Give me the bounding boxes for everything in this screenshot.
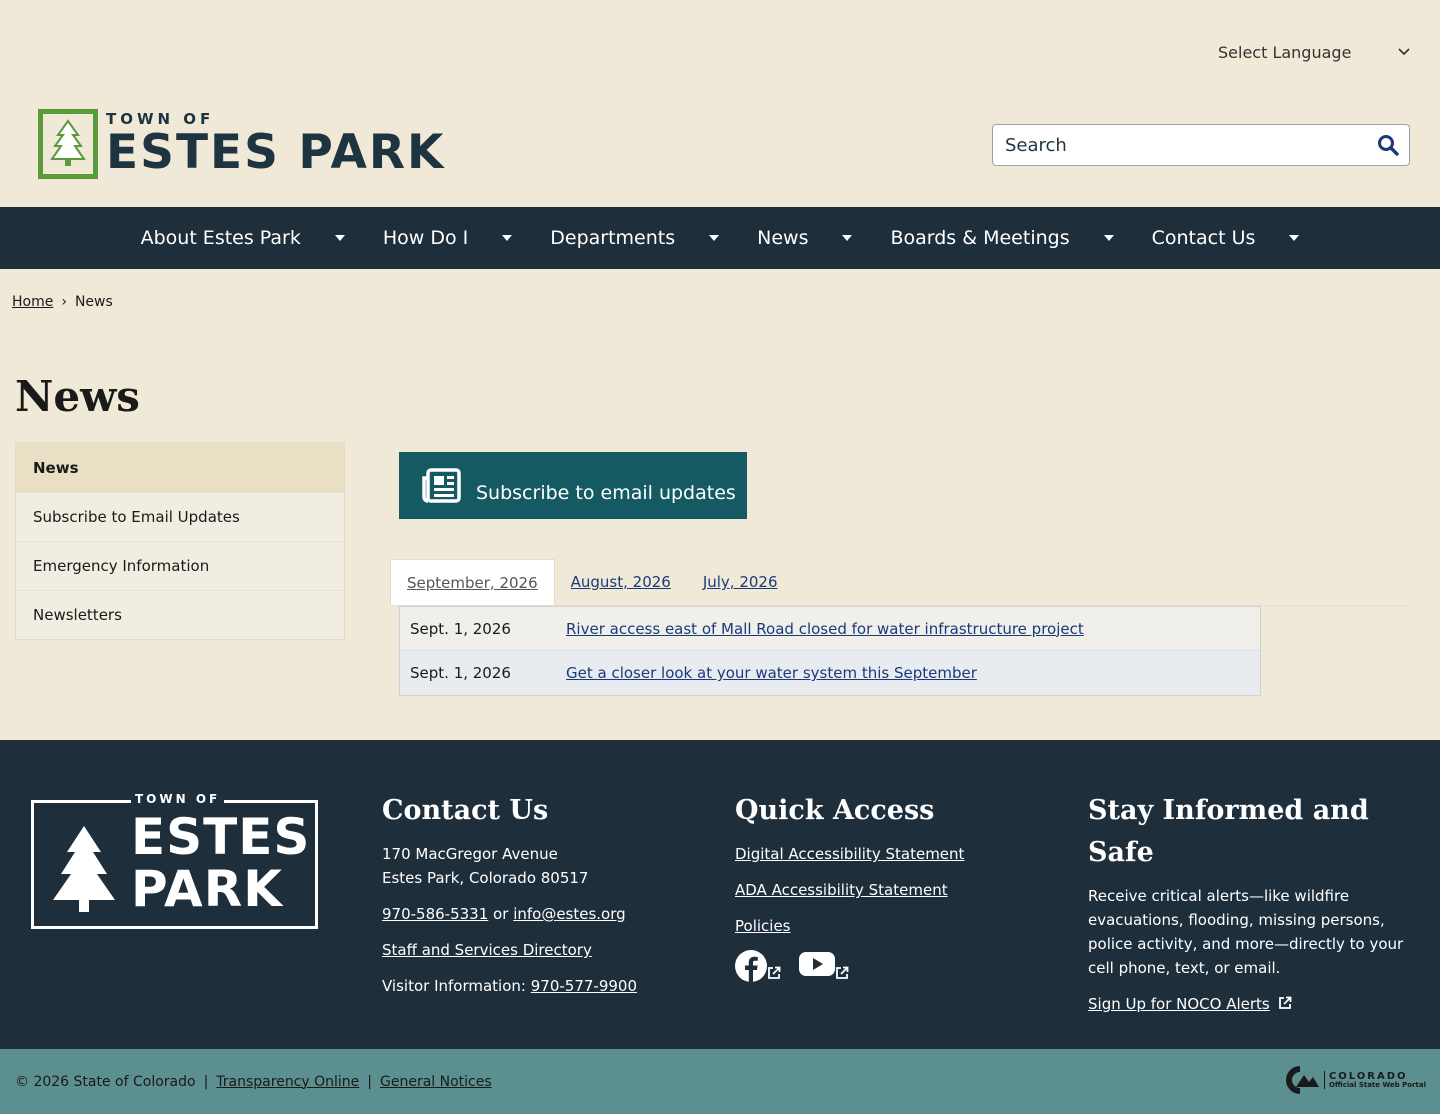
footer-stay-informed: Stay Informed and Safe Receive critical … — [1088, 790, 1408, 1028]
footer-logo-small-text: TOWN OF — [131, 792, 225, 806]
separator: | — [367, 1073, 373, 1090]
transparency-online-link[interactable]: Transparency Online — [216, 1074, 359, 1090]
external-link-icon — [768, 966, 781, 979]
tab-september-2026[interactable]: September, 2026 — [390, 559, 555, 605]
nav-item-contact[interactable]: Contact Us — [1152, 207, 1300, 269]
youtube-icon — [799, 952, 835, 976]
nav-item-label: Boards & Meetings — [890, 227, 1070, 249]
social-links — [735, 950, 1055, 982]
copyright-text: © 2026 State of Colorado — [15, 1073, 196, 1090]
footer-email-link[interactable]: info@estes.org — [513, 905, 625, 923]
side-nav-item-news[interactable]: News — [16, 443, 344, 492]
external-link-icon — [1278, 996, 1291, 1009]
breadcrumb-home-link[interactable]: Home — [12, 294, 53, 310]
nav-item-departments[interactable]: Departments — [550, 207, 757, 269]
youtube-link[interactable] — [799, 950, 849, 982]
search-box — [992, 124, 1410, 166]
footer-digital-accessibility-link[interactable]: Digital Accessibility Statement — [735, 845, 964, 863]
main-nav: About Estes Park How Do I Departments Ne… — [0, 207, 1440, 269]
footer-contact-heading: Contact Us — [382, 795, 549, 826]
nav-item-label: News — [757, 227, 809, 249]
footer-contact: Contact Us 170 MacGregor Avenue Estes Pa… — [382, 790, 702, 1010]
caret-down-icon[interactable] — [1103, 235, 1114, 241]
newspaper-icon — [422, 467, 461, 503]
side-nav-item-emergency[interactable]: Emergency Information — [16, 541, 344, 590]
footer-or-text: or — [493, 905, 509, 923]
footer-stay-text: Receive critical alerts—like wildfire ev… — [1088, 887, 1404, 977]
page-title: News — [15, 372, 140, 421]
news-date: Sept. 1, 2026 — [410, 619, 511, 638]
caret-down-icon[interactable] — [842, 235, 853, 241]
facebook-link[interactable] — [735, 950, 781, 982]
search-icon — [1378, 135, 1399, 156]
footer-stay-heading: Stay Informed and Safe — [1088, 795, 1369, 868]
nav-item-boards-meetings[interactable]: Boards & Meetings — [890, 207, 1151, 269]
footer-visitor-phone-link[interactable]: 970-577-9900 — [531, 977, 637, 995]
site-footer: TOWN OF ESTES PARK Contact Us 170 MacGre… — [0, 740, 1440, 1049]
footer-phone-link[interactable]: 970-586-5331 — [382, 905, 488, 923]
facebook-icon — [735, 950, 767, 982]
tab-august-2026[interactable]: August, 2026 — [555, 559, 687, 605]
footer-directory-link[interactable]: Staff and Services Directory — [382, 941, 592, 959]
footer-policies-link[interactable]: Policies — [735, 917, 790, 935]
footer-address-line2: Estes Park, Colorado 80517 — [382, 869, 589, 887]
general-notices-link[interactable]: General Notices — [380, 1074, 492, 1090]
colorado-title: COLORADO — [1328, 1070, 1408, 1082]
language-select-label: Select Language — [1218, 42, 1352, 62]
colorado-portal-logo[interactable]: COLORADO Official State Web Portal — [1282, 1065, 1426, 1095]
noco-alerts-label: Sign Up for NOCO Alerts — [1088, 995, 1270, 1013]
bottom-bar: © 2026 State of Colorado | Transparency … — [0, 1049, 1440, 1114]
search-button[interactable] — [1367, 125, 1409, 165]
news-row: Sept. 1, 2026 River access east of Mall … — [400, 607, 1260, 651]
language-select[interactable]: Select Language — [1208, 36, 1420, 68]
nav-item-how-do-i[interactable]: How Do I — [383, 207, 550, 269]
colorado-c-icon — [1286, 1066, 1319, 1094]
caret-down-icon[interactable] — [1289, 235, 1300, 241]
footer-logo-line1: ESTES — [131, 808, 311, 866]
side-nav-item-subscribe[interactable]: Subscribe to Email Updates — [16, 492, 344, 541]
breadcrumb: Home › News — [12, 294, 113, 310]
breadcrumb-current: News — [74, 294, 113, 310]
nav-item-label: Contact Us — [1151, 227, 1256, 249]
subscribe-label: Subscribe to email updates — [476, 481, 736, 504]
caret-down-icon[interactable] — [334, 235, 345, 241]
subscribe-email-button[interactable]: Subscribe to email updates — [399, 452, 747, 519]
pine-tree-icon — [53, 826, 115, 912]
nav-item-about[interactable]: About Estes Park — [141, 207, 383, 269]
footer-quick-heading: Quick Access — [735, 795, 935, 826]
tab-july-2026[interactable]: July, 2026 — [687, 559, 794, 605]
breadcrumb-separator: › — [61, 294, 67, 310]
noco-alerts-link[interactable]: Sign Up for NOCO Alerts — [1088, 995, 1270, 1013]
footer-address-line1: 170 MacGregor Avenue — [382, 845, 558, 863]
external-link-icon — [836, 966, 849, 979]
footer-logo-line2: PARK — [131, 860, 283, 918]
colorado-subtitle: Official State Web Portal — [1328, 1080, 1426, 1089]
caret-down-icon[interactable] — [709, 235, 720, 241]
caret-down-icon[interactable] — [502, 235, 513, 241]
month-tabs: September, 2026 August, 2026 July, 2026 — [390, 559, 1410, 606]
news-row: Sept. 1, 2026 Get a closer look at your … — [400, 651, 1260, 695]
nav-item-label: Departments — [550, 227, 676, 249]
footer-ada-accessibility-link[interactable]: ADA Accessibility Statement — [735, 881, 948, 899]
news-date: Sept. 1, 2026 — [410, 664, 511, 682]
logo-big-text: ESTES PARK — [106, 125, 446, 180]
news-link[interactable]: Get a closer look at your water system t… — [566, 664, 977, 682]
chevron-down-icon — [1398, 45, 1410, 59]
site-header: Select Language TOWN OF ESTES PARK — [0, 0, 1440, 207]
search-input[interactable] — [993, 134, 1367, 156]
side-nav-item-newsletters[interactable]: Newsletters — [16, 590, 344, 639]
nav-item-label: About Estes Park — [140, 227, 301, 249]
logo-badge — [38, 109, 98, 179]
news-list: Sept. 1, 2026 River access east of Mall … — [399, 606, 1261, 696]
site-logo[interactable]: TOWN OF ESTES PARK — [38, 109, 445, 179]
news-link[interactable]: River access east of Mall Road closed fo… — [566, 620, 1084, 638]
nav-item-label: How Do I — [382, 227, 469, 249]
nav-item-news[interactable]: News — [757, 207, 890, 269]
footer-quick-access: Quick Access Digital Accessibility State… — [735, 790, 1055, 982]
pine-tree-icon — [50, 119, 86, 166]
footer-visitor-label: Visitor Information: — [382, 977, 526, 995]
footer-logo[interactable]: TOWN OF ESTES PARK — [31, 792, 318, 929]
separator: | — [203, 1073, 209, 1090]
side-nav: News Subscribe to Email Updates Emergenc… — [15, 442, 345, 640]
